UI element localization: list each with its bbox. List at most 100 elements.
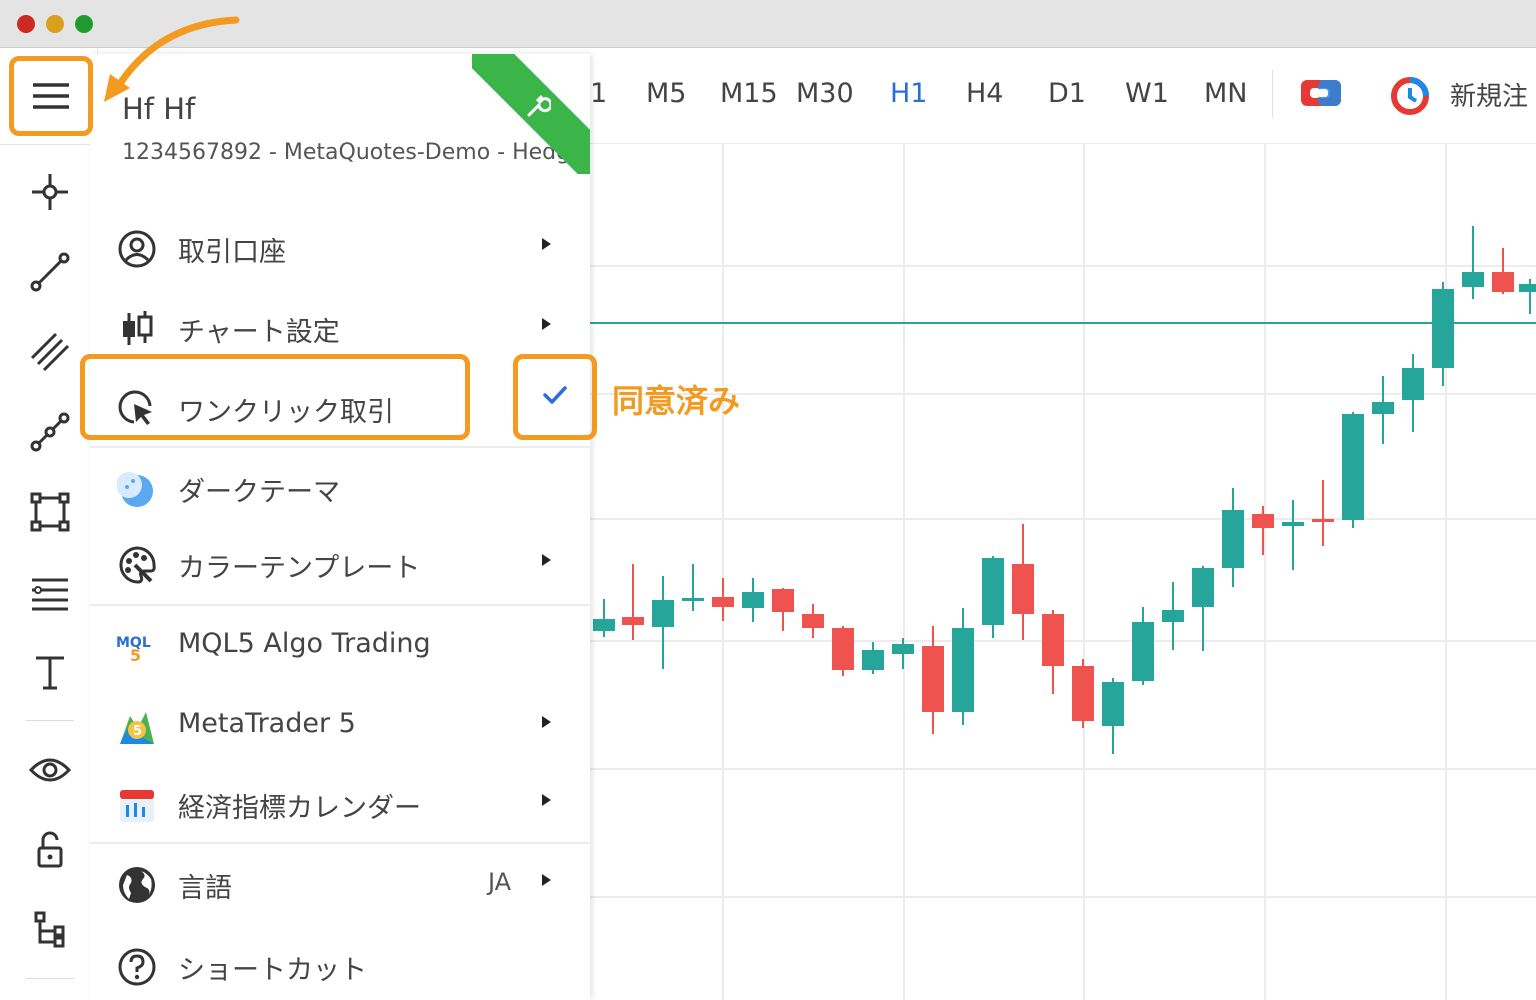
timeframe-toolbar: 1 M5 M15 M30 H1 H4 D1 W1 MN 新規注 — [590, 48, 1536, 144]
menu-item-language[interactable]: 言語 JA — [90, 846, 590, 922]
menu-divider — [90, 842, 590, 844]
candle-body — [622, 617, 644, 625]
timeframe-d1[interactable]: D1 — [1048, 78, 1086, 109]
menu-item-trading-account[interactable]: 取引口座 — [90, 210, 590, 286]
rectangle-tool[interactable] — [22, 484, 78, 540]
timeframe-h1[interactable]: H1 — [890, 78, 927, 109]
language-value: JA — [488, 868, 512, 896]
main-menu-button[interactable] — [9, 56, 93, 136]
toolbar-divider — [1272, 70, 1273, 118]
candle-body — [1252, 514, 1274, 528]
unlock-icon — [37, 831, 63, 868]
wrench-icon — [527, 95, 551, 117]
candle-body — [862, 650, 884, 670]
close-window-button[interactable] — [17, 15, 35, 33]
menu-item-color-template[interactable]: カラーテンプレート — [90, 526, 590, 602]
candle-body — [712, 597, 734, 607]
path-tool[interactable] — [22, 404, 78, 460]
new-order-button[interactable]: 新規注 — [1450, 76, 1528, 113]
submenu-arrow-icon — [542, 554, 551, 566]
text-tool[interactable] — [22, 644, 78, 700]
candle-body — [593, 619, 615, 631]
trend-line-tool[interactable] — [22, 244, 78, 300]
candle-body — [1342, 414, 1364, 520]
trend-line-icon — [30, 252, 70, 292]
menu-item-mql5-algo-trading[interactable]: MQL 5 MQL5 Algo Trading — [90, 608, 590, 684]
object-tree-button[interactable] — [22, 902, 78, 958]
svg-text:5: 5 — [133, 724, 142, 739]
timeframe-m5[interactable]: M5 — [646, 78, 686, 109]
menu-item-label: 経済指標カレンダー — [178, 793, 421, 824]
toolbar-divider — [26, 978, 74, 979]
palette-icon — [119, 546, 156, 584]
hamburger-icon — [33, 83, 69, 109]
submenu-arrow-icon — [542, 794, 551, 806]
text-icon — [36, 656, 64, 690]
chart-type-icon[interactable] — [1300, 78, 1342, 112]
candle-body — [1222, 510, 1244, 568]
timeframe-m15[interactable]: M15 — [720, 78, 778, 109]
visibility-toggle[interactable] — [22, 742, 78, 798]
candle-body — [1192, 568, 1214, 607]
algo-trading-icon[interactable] — [1390, 76, 1430, 120]
menu-item-label: カラーテンプレート — [178, 553, 421, 584]
candle-body — [1402, 368, 1424, 400]
help-icon — [118, 948, 156, 986]
timeframe-h4[interactable]: H4 — [966, 78, 1003, 109]
candle-body — [1012, 564, 1034, 614]
app-body: 1 M5 M15 M30 H1 H4 D1 W1 MN 新規注 Hf Hf 12… — [0, 48, 1536, 1000]
drawing-toolbar — [0, 48, 98, 1000]
channel-tool[interactable] — [22, 324, 78, 380]
menu-item-label: チャート設定 — [178, 317, 340, 348]
candle-body — [652, 600, 674, 627]
candle-body — [1072, 666, 1094, 721]
candle-body — [1372, 402, 1394, 414]
candle-body — [802, 614, 824, 628]
menu-item-label: ショートカット — [178, 955, 367, 986]
candle-body — [892, 644, 914, 654]
agreed-annotation-label: 同意済み — [612, 382, 741, 420]
metatrader-icon: 5 — [120, 712, 154, 744]
lock-toggle[interactable] — [22, 822, 78, 878]
calendar-icon — [120, 790, 154, 822]
candle-body — [1462, 272, 1484, 287]
rectangle-icon — [30, 492, 70, 532]
menu-item-label: ダークテーマ — [178, 477, 340, 508]
timeframe-1[interactable]: 1 — [590, 78, 607, 109]
fibonacci-icon — [32, 578, 68, 611]
menu-item-dark-theme[interactable]: ダークテーマ — [90, 450, 590, 526]
menu-item-economic-calendar[interactable]: 経済指標カレンダー — [90, 766, 590, 842]
menu-item-shortcuts[interactable]: ショートカット — [90, 928, 590, 1000]
candle-body — [952, 628, 974, 712]
price-chart[interactable] — [590, 144, 1536, 1000]
minimize-window-button[interactable] — [46, 15, 64, 33]
candle-body — [1432, 289, 1454, 368]
toolbar-divider — [26, 720, 74, 721]
candle-body — [682, 598, 704, 601]
timeframe-w1[interactable]: W1 — [1125, 78, 1169, 109]
candle-body — [772, 589, 794, 612]
submenu-arrow-icon — [542, 716, 551, 728]
candle-body — [742, 592, 764, 608]
crosshair-icon — [32, 174, 68, 210]
crosshair-tool[interactable] — [22, 164, 78, 220]
candles-icon — [123, 311, 153, 345]
timeframe-m30[interactable]: M30 — [796, 78, 854, 109]
one-click-highlight — [80, 354, 470, 440]
timeframe-mn[interactable]: MN — [1204, 78, 1248, 109]
candle-body — [1132, 622, 1154, 681]
candle-body — [1282, 522, 1304, 526]
submenu-arrow-icon — [542, 238, 551, 250]
eye-icon — [29, 758, 71, 782]
menu-item-metatrader-5[interactable]: 5 MetaTrader 5 — [90, 688, 590, 764]
candle-body — [1162, 610, 1184, 622]
svg-text:5: 5 — [130, 646, 141, 665]
submenu-arrow-icon — [542, 874, 551, 886]
candle-body — [832, 628, 854, 670]
account-icon — [118, 230, 156, 268]
fibonacci-tool[interactable] — [22, 564, 78, 620]
zoom-window-button[interactable] — [75, 15, 93, 33]
object-tree-icon — [34, 911, 65, 948]
candlestick-chart — [590, 144, 1536, 1000]
path-icon — [30, 412, 70, 452]
